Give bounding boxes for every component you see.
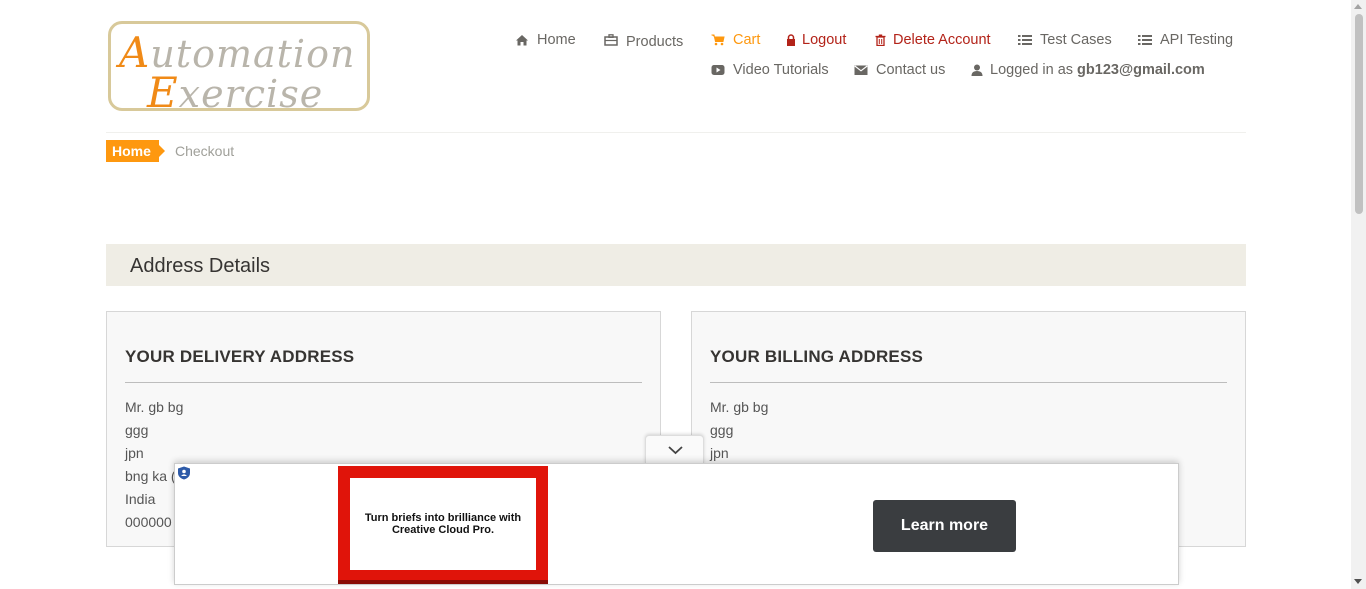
delivery-address-heading: YOUR DELIVERY ADDRESS bbox=[125, 347, 355, 366]
address-details-heading-bar: Address Details bbox=[106, 244, 1246, 286]
lock-icon bbox=[787, 34, 795, 46]
delivery-line: Mr. gb bg bbox=[125, 399, 184, 415]
cart-icon bbox=[711, 34, 725, 46]
nav-logout-link[interactable]: Logout bbox=[786, 32, 846, 48]
briefcase-icon bbox=[604, 34, 618, 46]
chevron-down-icon bbox=[668, 446, 683, 455]
nav-video-tutorials-label: Video Tutorials bbox=[733, 62, 829, 78]
nav-api-testing-link[interactable]: API Testing bbox=[1138, 32, 1233, 48]
delivery-line: ggg bbox=[125, 422, 149, 438]
scroll-down-arrow-icon[interactable] bbox=[1354, 579, 1362, 584]
user-icon bbox=[971, 64, 983, 76]
nav-contact-us-label: Contact us bbox=[876, 62, 946, 78]
nav-cart-label: Cart bbox=[733, 32, 761, 48]
ad-creative-bar bbox=[338, 580, 548, 584]
nav-products-label: Products bbox=[626, 34, 684, 50]
delivery-divider bbox=[125, 382, 642, 383]
envelope-icon bbox=[854, 65, 868, 75]
nav-test-cases-label: Test Cases bbox=[1040, 32, 1112, 48]
billing-address-heading: YOUR BILLING ADDRESS bbox=[710, 347, 924, 366]
ad-creative[interactable]: Turn briefs into brilliance with Creativ… bbox=[338, 466, 548, 584]
nav-products-link[interactable]: Products bbox=[604, 32, 684, 50]
nav-contact-us-link[interactable]: Contact us bbox=[854, 62, 945, 78]
logo-cap-a: A bbox=[119, 28, 151, 77]
nav-delete-account-label: Delete Account bbox=[893, 32, 991, 48]
list-icon bbox=[1018, 35, 1032, 45]
section-title: Address Details bbox=[130, 255, 271, 277]
nav-test-cases-link[interactable]: Test Cases bbox=[1018, 32, 1112, 48]
home-icon bbox=[516, 35, 528, 46]
learn-more-button[interactable]: Learn more bbox=[873, 500, 1016, 552]
trash-icon bbox=[875, 34, 886, 46]
billing-divider bbox=[710, 382, 1227, 383]
ad-banner: Turn briefs into brilliance with Creativ… bbox=[174, 463, 1179, 585]
youtube-play-icon bbox=[711, 65, 725, 75]
shield-icon[interactable] bbox=[177, 466, 191, 480]
logo-text-2: xercise bbox=[178, 72, 324, 116]
ad-creative-text: Turn briefs into brilliance with Creativ… bbox=[350, 478, 536, 570]
logo-cap-e: E bbox=[147, 68, 179, 117]
billing-address-list: Mr. gb bg ggg jpn bbox=[710, 398, 768, 467]
nav-api-testing-label: API Testing bbox=[1160, 32, 1234, 48]
logo-line-2: Exercise bbox=[147, 68, 323, 117]
nav-logged-in-link[interactable]: Logged in as gb123@gmail.com bbox=[971, 62, 1205, 78]
nav-home-link[interactable]: Home bbox=[515, 32, 576, 48]
nav-cart-link[interactable]: Cart bbox=[711, 32, 760, 48]
site-logo[interactable]: Automation Exercise bbox=[108, 21, 370, 117]
scroll-up-arrow-icon[interactable] bbox=[1354, 4, 1362, 9]
breadcrumb-home[interactable]: Home bbox=[106, 140, 165, 162]
billing-line: ggg bbox=[710, 422, 734, 438]
nav-video-tutorials-link[interactable]: Video Tutorials bbox=[711, 62, 829, 78]
ad-collapse-toggle[interactable] bbox=[645, 435, 704, 464]
list-icon bbox=[1138, 35, 1152, 45]
nav-delete-account-link[interactable]: Delete Account bbox=[875, 32, 991, 48]
nav-logout-label: Logout bbox=[802, 32, 847, 48]
header-divider bbox=[106, 132, 1246, 133]
logged-in-user: gb123@gmail.com bbox=[1077, 62, 1205, 78]
billing-line: Mr. gb bg bbox=[710, 399, 769, 415]
scroll-thumb[interactable] bbox=[1355, 14, 1363, 214]
breadcrumb-current: Checkout bbox=[175, 143, 235, 159]
page-scrollbar[interactable] bbox=[1351, 0, 1366, 589]
nav-home-label: Home bbox=[537, 32, 576, 48]
logged-in-prefix: Logged in as bbox=[990, 62, 1074, 78]
